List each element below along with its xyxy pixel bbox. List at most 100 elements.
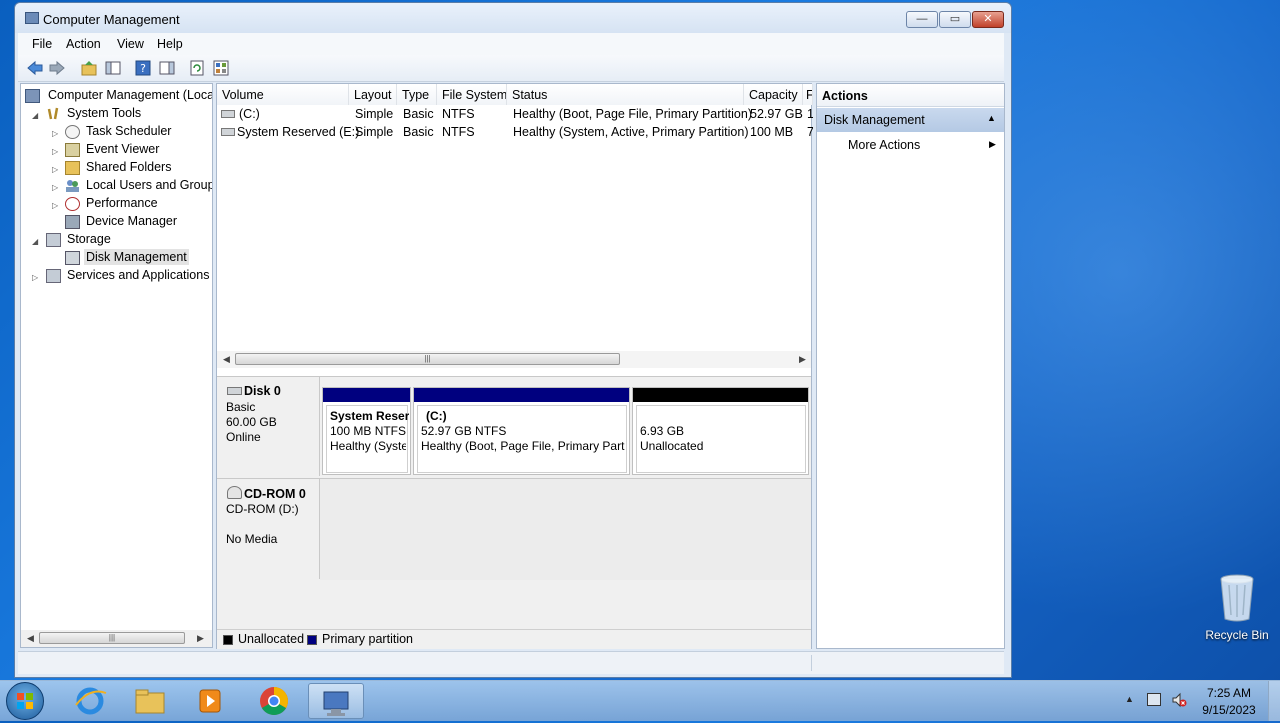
show-hide-action-pane-icon[interactable]	[158, 59, 176, 77]
partition-size: 100 MB NTFS	[330, 424, 407, 438]
actions-header: Actions	[817, 84, 1004, 107]
volume-list-horizontal-scrollbar[interactable]: ◀ ||| ▶	[217, 351, 811, 368]
column-header-free-space[interactable]: F	[803, 84, 813, 105]
expand-triangle-icon[interactable]: ▷	[52, 129, 58, 138]
partition-status: Healthy (Boot, Page File, Primary Partit	[421, 439, 625, 453]
action-center-flag-icon[interactable]	[1147, 693, 1161, 706]
scroll-right-icon[interactable]: ▶	[799, 354, 806, 365]
taskbar-chrome[interactable]	[246, 683, 302, 719]
taskbar-internet-explorer[interactable]	[62, 683, 118, 719]
partition-size: 6.93 GB	[640, 424, 685, 438]
expand-triangle-icon[interactable]: ▷	[52, 201, 58, 210]
internet-explorer-icon	[75, 687, 107, 715]
recycle-bin-shortcut[interactable]: Recycle Bin	[1205, 573, 1269, 642]
status-cell: Healthy (System, Active, Primary Partiti…	[513, 125, 749, 139]
legend-swatch-primary	[307, 635, 317, 645]
scroll-left-icon[interactable]: ◀	[27, 633, 34, 644]
services-icon	[46, 269, 61, 283]
actions-more-actions[interactable]: More Actions ▶	[817, 134, 1004, 156]
title-bar[interactable]: Computer Management — ▭ ✕	[15, 3, 1011, 33]
expand-triangle-icon[interactable]: ▷	[52, 147, 58, 156]
speaker-muted-icon[interactable]	[1171, 692, 1187, 708]
menu-action[interactable]: Action	[66, 37, 101, 51]
folder-icon	[135, 689, 165, 714]
show-hide-console-tree-icon[interactable]	[104, 59, 122, 77]
actions-section-label: Disk Management	[824, 113, 925, 127]
partition-c[interactable]: (C:) 52.97 GB NTFS Healthy (Boot, Page F…	[413, 387, 630, 475]
partition-bar	[414, 388, 629, 402]
column-header-volume[interactable]: Volume	[217, 84, 349, 105]
cdrom-icon	[227, 486, 242, 499]
menu-file[interactable]: File	[32, 37, 52, 51]
cdrom-0-label[interactable]: CD-ROM 0 CD-ROM (D:) No Media	[217, 478, 320, 579]
scroll-right-icon[interactable]: ▶	[197, 633, 204, 644]
properties-icon[interactable]	[212, 59, 230, 77]
tree-item-performance[interactable]: Performance	[86, 196, 158, 210]
tree-item-storage[interactable]: Storage	[67, 232, 111, 246]
tree-item-system-tools[interactable]: System Tools	[67, 106, 141, 120]
taskbar-computer-management[interactable]	[308, 683, 364, 719]
column-header-capacity[interactable]: Capacity	[744, 84, 803, 105]
menu-help[interactable]: Help	[157, 37, 183, 51]
scroll-thumb[interactable]: |||	[235, 353, 620, 365]
maximize-button[interactable]: ▭	[939, 11, 971, 28]
partition-unallocated[interactable]: 6.93 GB Unallocated	[632, 387, 809, 475]
actions-section-disk-management[interactable]: Disk Management ▲	[817, 108, 1004, 132]
tree-item-root[interactable]: Computer Management (Local	[48, 88, 212, 102]
clock-date[interactable]: 9/15/2023	[1194, 703, 1264, 717]
tree-item-local-users[interactable]: Local Users and Groups	[86, 178, 212, 192]
show-hidden-icons-icon[interactable]: ▲	[1125, 694, 1134, 704]
tree-item-task-scheduler[interactable]: Task Scheduler	[86, 124, 171, 138]
collapse-triangle-icon[interactable]: ◢	[32, 237, 38, 246]
menu-view[interactable]: View	[117, 37, 144, 51]
users-icon	[65, 179, 80, 193]
column-header-type[interactable]: Type	[397, 84, 437, 105]
expand-triangle-icon[interactable]: ▷	[52, 183, 58, 192]
scroll-thumb[interactable]: |||	[39, 632, 185, 644]
expand-triangle-icon[interactable]: ▷	[32, 273, 38, 282]
help-icon[interactable]: ?	[134, 59, 152, 77]
clock-time[interactable]: 7:25 AM	[1194, 686, 1264, 700]
layout-cell: Simple	[355, 107, 394, 121]
tree-item-shared-folders[interactable]: Shared Folders	[86, 160, 171, 174]
column-header-status[interactable]: Status	[507, 84, 744, 105]
tree-item-event-viewer[interactable]: Event Viewer	[86, 142, 159, 156]
legend: Unallocated Primary partition	[217, 629, 811, 649]
column-header-layout[interactable]: Layout	[349, 84, 397, 105]
taskbar-windows-explorer[interactable]	[122, 683, 178, 719]
show-desktop-button[interactable]	[1268, 681, 1280, 721]
taskbar-media-player[interactable]	[182, 683, 238, 719]
tree-item-services[interactable]: Services and Applications	[67, 268, 209, 282]
collapse-up-icon[interactable]: ▲	[987, 113, 996, 123]
start-orb-icon[interactable]	[6, 682, 44, 720]
legend-unallocated: Unallocated	[238, 632, 305, 646]
cdrom-area[interactable]	[320, 478, 811, 580]
actions-pane: Actions Disk Management ▲ More Actions ▶	[816, 83, 1005, 649]
cdrom-drive: CD-ROM (D:)	[226, 502, 299, 516]
console-tree: Computer Management (Local ◢ System Tool…	[20, 83, 213, 648]
disk-icon	[227, 387, 242, 395]
computer-management-icon	[25, 89, 40, 103]
disk-0-label[interactable]: Disk 0 Basic 60.00 GB Online	[217, 377, 320, 476]
shared-folder-icon	[65, 161, 80, 175]
legend-swatch-unallocated	[223, 635, 233, 645]
partition-system-reserved[interactable]: System Reser 100 MB NTFS Healthy (Syste	[322, 387, 411, 475]
volume-icon	[221, 128, 235, 136]
disk-state: Online	[226, 430, 261, 444]
refresh-icon[interactable]	[188, 59, 206, 77]
more-actions-label: More Actions	[848, 138, 921, 152]
close-button[interactable]: ✕	[972, 11, 1004, 28]
column-header-file-system[interactable]: File System	[437, 84, 507, 105]
expand-triangle-icon[interactable]: ▷	[52, 165, 58, 174]
volume-cell: System Reserved (E:)	[237, 125, 360, 139]
minimize-button[interactable]: —	[906, 11, 938, 28]
collapse-triangle-icon[interactable]: ◢	[32, 111, 38, 120]
forward-arrow-icon[interactable]	[48, 59, 66, 77]
scroll-left-icon[interactable]: ◀	[223, 354, 230, 365]
layout-cell: Simple	[355, 125, 394, 139]
up-folder-icon[interactable]	[80, 59, 98, 77]
tree-horizontal-scrollbar[interactable]: ◀ ||| ▶	[21, 630, 212, 647]
tree-item-device-manager[interactable]: Device Manager	[86, 214, 177, 228]
back-arrow-icon[interactable]	[26, 59, 44, 77]
tree-item-disk-management[interactable]: Disk Management	[84, 249, 189, 265]
